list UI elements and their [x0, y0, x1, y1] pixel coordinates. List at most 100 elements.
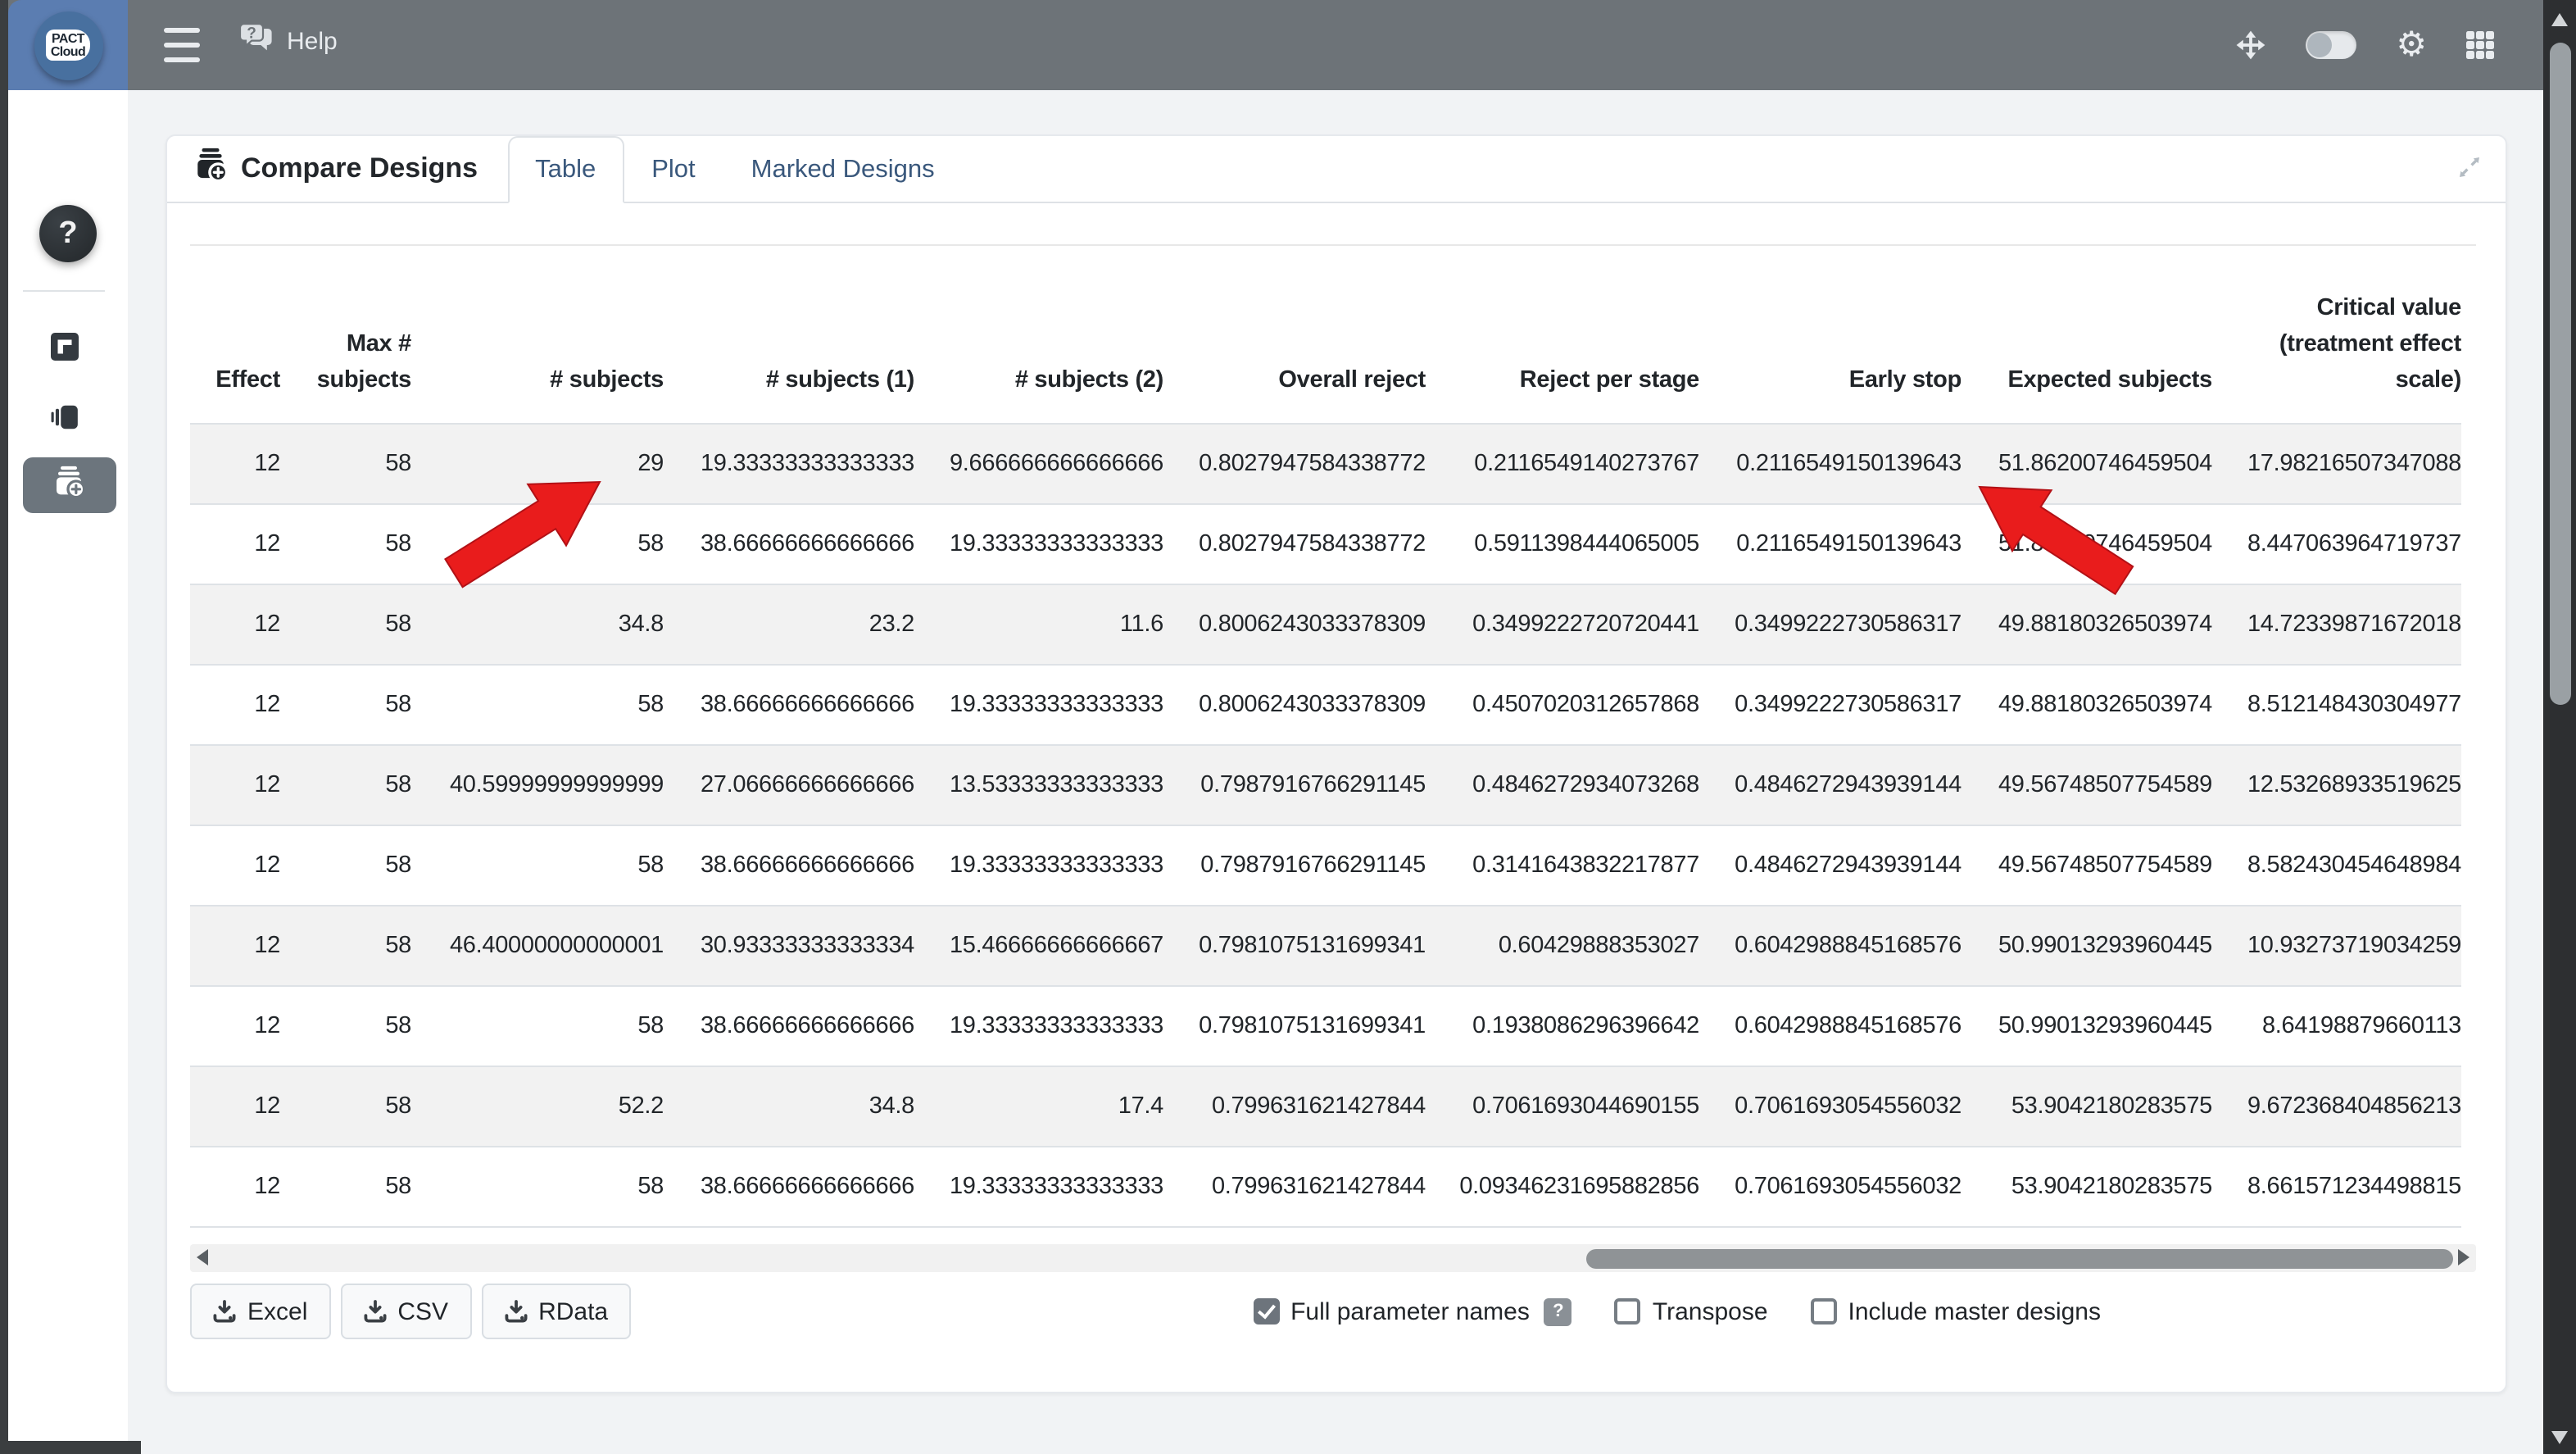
cell-max-subjects: 58 [280, 1066, 411, 1147]
help-button[interactable]: ? Help [239, 23, 338, 61]
column-header-effect: Effect [190, 244, 280, 424]
rdata-export-button[interactable]: RData [481, 1284, 631, 1339]
cell-overall-reject: 0.8027947584338772 [1163, 424, 1426, 504]
cell-effect: 12 [190, 504, 280, 584]
apps-grid-icon[interactable] [2466, 31, 2494, 59]
vertical-scroll-thumb[interactable] [2549, 43, 2570, 705]
cell-subjects-2: 19.33333333333333 [914, 986, 1163, 1066]
cell-max-subjects: 58 [280, 745, 411, 825]
cell-subjects-1: 38.66666666666666 [664, 825, 914, 906]
horizontal-scroll-thumb[interactable] [1586, 1248, 2453, 1268]
cell-reject-per-stage: 0.7061693044690155 [1426, 1066, 1699, 1147]
cell-max-subjects: 58 [280, 504, 411, 584]
export-button-label: RData [538, 1297, 608, 1325]
compare-designs-title-icon [193, 148, 228, 190]
sidebar-item-designs[interactable] [0, 333, 128, 369]
cell-subjects-2: 19.33333333333333 [914, 665, 1163, 745]
cell-reject-per-stage: 0.4846272934073268 [1426, 745, 1699, 825]
menu-toggle-icon[interactable] [164, 28, 200, 62]
download-icon [363, 1300, 386, 1323]
cell-subjects-2: 11.6 [914, 584, 1163, 665]
cell-critical-value: 8.661571234498815 [2212, 1147, 2461, 1227]
cell-subjects: 58 [411, 986, 664, 1066]
cell-subjects: 58 [411, 665, 664, 745]
cell-effect: 12 [190, 424, 280, 504]
tab-table[interactable]: Table [507, 136, 624, 203]
cell-early-stop: 0.2116549150139643 [1699, 424, 1961, 504]
table-row: 12585838.6666666666666619.33333333333333… [190, 825, 2461, 906]
panel-title: Compare Designs [193, 136, 478, 202]
user-avatar[interactable]: ? [39, 205, 97, 262]
cell-subjects: 46.40000000000001 [411, 906, 664, 986]
export-button-group: Excel CSV RData [190, 1284, 631, 1339]
settings-gear-icon[interactable]: ⚙ [2396, 28, 2427, 62]
full-parameter-names-checkbox[interactable] [1253, 1298, 1279, 1325]
cell-effect: 12 [190, 584, 280, 665]
sidebar-item-versions[interactable] [0, 402, 128, 441]
theme-toggle[interactable] [2306, 31, 2356, 59]
app-window: ? Help ⚙ PACT Cloud [0, 0, 2576, 1453]
column-header-overall-reject: Overall reject [1163, 244, 1426, 424]
sidebar-divider [23, 290, 105, 292]
option-transpose[interactable]: Transpose [1615, 1297, 1768, 1325]
toggle-knob [2307, 33, 2332, 57]
app-logo[interactable]: PACT Cloud [8, 0, 128, 90]
cell-expected-subjects: 49.56748507754589 [1961, 745, 2212, 825]
scroll-right-arrow-icon[interactable] [2458, 1249, 2469, 1265]
cell-subjects: 58 [411, 1147, 664, 1227]
cell-subjects-1: 19.33333333333333 [664, 424, 914, 504]
include-master-designs-checkbox[interactable] [1811, 1298, 1837, 1325]
svg-text:?: ? [247, 25, 256, 42]
option-include-master-designs[interactable]: Include master designs [1811, 1297, 2102, 1325]
cell-expected-subjects: 53.9042180283575 [1961, 1066, 2212, 1147]
horizontal-scrollbar[interactable] [190, 1244, 2476, 1272]
cell-subjects-2: 17.4 [914, 1066, 1163, 1147]
scroll-left-arrow-icon[interactable] [197, 1249, 208, 1265]
scroll-up-arrow-icon[interactable] [2551, 13, 2567, 26]
transpose-checkbox[interactable] [1615, 1298, 1641, 1325]
cell-max-subjects: 58 [280, 825, 411, 906]
cell-reject-per-stage: 0.4507020312657868 [1426, 665, 1699, 745]
sidebar-item-compare-designs[interactable] [22, 457, 116, 513]
cell-max-subjects: 58 [280, 906, 411, 986]
cell-early-stop: 0.4846272943939144 [1699, 825, 1961, 906]
vertical-scrollbar[interactable] [2543, 0, 2576, 1453]
option-full-parameter-names[interactable]: Full parameter names? [1253, 1297, 1572, 1325]
tab-marked-designs[interactable]: Marked Designs [723, 136, 963, 203]
table-row: 12585838.6666666666666619.33333333333333… [190, 1147, 2461, 1227]
cell-subjects-2: 19.33333333333333 [914, 504, 1163, 584]
cell-effect: 12 [190, 825, 280, 906]
cell-subjects-2: 19.33333333333333 [914, 825, 1163, 906]
table-row: 12585838.6666666666666619.33333333333333… [190, 986, 2461, 1066]
cell-reject-per-stage: 0.1938086296396642 [1426, 986, 1699, 1066]
cell-subjects-1: 27.06666666666666 [664, 745, 914, 825]
table-option-group: Full parameter names? Transpose Include ma… [1253, 1288, 2101, 1334]
cell-early-stop: 0.3499222730586317 [1699, 665, 1961, 745]
cell-subjects: 40.59999999999999 [411, 745, 664, 825]
tab-plot[interactable]: Plot [624, 136, 723, 203]
csv-export-button[interactable]: CSV [340, 1284, 471, 1339]
panel-expand-icon[interactable] [2456, 154, 2483, 189]
cell-subjects-1: 38.66666666666666 [664, 986, 914, 1066]
help-badge-icon[interactable]: ? [1544, 1297, 1572, 1325]
help-chat-icon: ? [239, 23, 277, 61]
column-header-subjects-2: # subjects (2) [914, 244, 1163, 424]
cell-critical-value: 10.93273719034259 [2212, 906, 2461, 986]
cell-overall-reject: 0.7981075131699341 [1163, 986, 1426, 1066]
cell-reject-per-stage: 0.3499222720720441 [1426, 584, 1699, 665]
excel-export-button[interactable]: Excel [190, 1284, 330, 1339]
column-header-critical-value: Critical value (treatment effect scale) [2212, 244, 2461, 424]
option-label: Include master designs [1848, 1297, 2102, 1325]
fullscreen-arrows-icon[interactable] [2235, 30, 2266, 61]
scroll-down-arrow-icon[interactable] [2551, 1430, 2567, 1443]
cell-critical-value: 8.447063964719737 [2212, 504, 2461, 584]
table-row: 125852.234.817.40.7996316214278440.70616… [190, 1066, 2461, 1147]
cell-expected-subjects: 51.86200746459504 [1961, 504, 2212, 584]
window-corner [0, 1440, 141, 1453]
cell-overall-reject: 0.8006243033378309 [1163, 584, 1426, 665]
cell-subjects-1: 38.66666666666666 [664, 1147, 914, 1227]
designs-table-wrap: EffectMax # subjects# subjects# subjects… [190, 244, 2461, 1228]
cell-max-subjects: 58 [280, 665, 411, 745]
cell-expected-subjects: 49.88180326503974 [1961, 584, 2212, 665]
cell-subjects-1: 38.66666666666666 [664, 504, 914, 584]
